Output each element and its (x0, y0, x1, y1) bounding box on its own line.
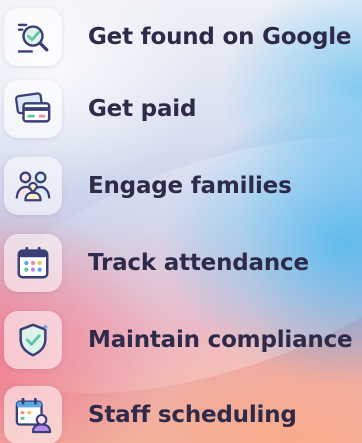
family-group-icon (4, 157, 62, 215)
feature-item-maintain-compliance[interactable]: Maintain compliance (4, 309, 362, 371)
credit-card-icon (4, 80, 62, 138)
feature-item-get-found-on-google[interactable]: Get found on Google (4, 6, 362, 68)
feature-item-engage-families[interactable]: Engage families (4, 155, 362, 217)
feature-label: Track attendance (88, 250, 309, 276)
feature-label: Engage families (88, 173, 292, 199)
shield-check-icon (4, 311, 62, 369)
calendar-icon (4, 234, 62, 292)
feature-item-track-attendance[interactable]: Track attendance (4, 232, 362, 294)
search-magnifier-icon (4, 8, 62, 66)
staff-calendar-icon (4, 386, 62, 443)
feature-label: Maintain compliance (88, 327, 353, 353)
feature-label: Get paid (88, 96, 197, 122)
feature-label: Staff scheduling (88, 402, 297, 428)
feature-item-get-paid[interactable]: Get paid (4, 78, 362, 140)
feature-list: Get found on Google Get paid Engage fami… (0, 0, 362, 443)
feature-item-staff-scheduling[interactable]: Staff scheduling (4, 384, 362, 443)
feature-label: Get found on Google (88, 24, 352, 50)
